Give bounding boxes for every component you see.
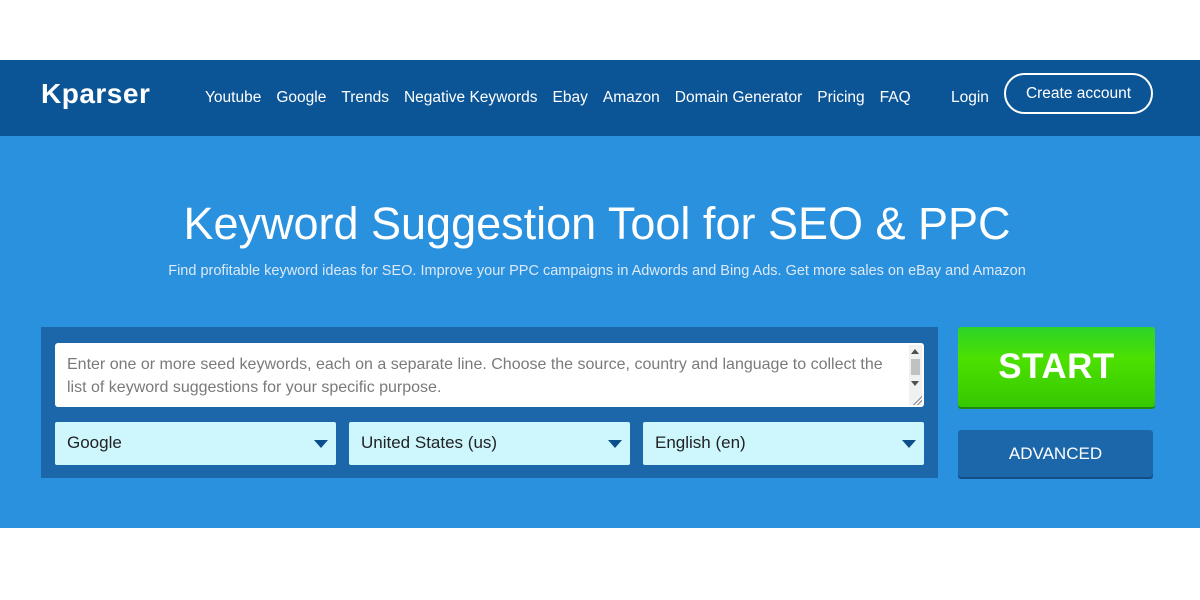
resize-grip-icon[interactable] <box>912 395 922 405</box>
nav-domain-generator[interactable]: Domain Generator <box>675 89 803 107</box>
nav-negative-keywords[interactable]: Negative Keywords <box>404 89 538 107</box>
page-subtitle: Find profitable keyword ideas for SEO. I… <box>168 263 1026 279</box>
logo[interactable]: Kparser <box>41 78 150 110</box>
advanced-button[interactable]: ADVANCED <box>958 430 1153 477</box>
country-select[interactable]: United States (us) <box>349 422 630 465</box>
language-select[interactable]: English (en) <box>643 422 924 465</box>
chevron-down-icon <box>314 440 328 448</box>
nav-faq[interactable]: FAQ <box>880 89 911 107</box>
chevron-down-icon <box>902 440 916 448</box>
top-header: Kparser Youtube Google Trends Negative K… <box>0 60 1200 136</box>
start-button[interactable]: START <box>958 327 1155 407</box>
scroll-thumb[interactable] <box>911 359 920 375</box>
page: Kparser Youtube Google Trends Negative K… <box>0 0 1200 600</box>
language-value: English (en) <box>655 433 746 452</box>
search-panel: Enter one or more seed keywords, each on… <box>41 327 938 478</box>
nav-pricing[interactable]: Pricing <box>817 89 864 107</box>
country-value: United States (us) <box>361 433 498 452</box>
page-title: Keyword Suggestion Tool for SEO & PPC <box>183 198 1011 249</box>
main-nav: Youtube Google Trends Negative Keywords … <box>205 60 926 136</box>
nav-ebay[interactable]: Ebay <box>553 89 588 107</box>
nav-trends[interactable]: Trends <box>341 89 389 107</box>
create-account-button[interactable]: Create account <box>1004 73 1153 114</box>
chevron-down-icon <box>608 440 622 448</box>
nav-amazon[interactable]: Amazon <box>603 89 660 107</box>
keywords-textarea[interactable]: Enter one or more seed keywords, each on… <box>55 343 924 407</box>
login-link[interactable]: Login <box>951 60 989 136</box>
keywords-placeholder: Enter one or more seed keywords, each on… <box>67 356 883 396</box>
source-value: Google <box>67 433 122 452</box>
scroll-down-icon[interactable] <box>911 381 919 386</box>
nav-google[interactable]: Google <box>276 89 326 107</box>
scroll-up-icon[interactable] <box>911 349 919 354</box>
hero-section: Keyword Suggestion Tool for SEO & PPC Fi… <box>0 136 1200 528</box>
nav-youtube[interactable]: Youtube <box>205 89 261 107</box>
source-select[interactable]: Google <box>55 422 336 465</box>
